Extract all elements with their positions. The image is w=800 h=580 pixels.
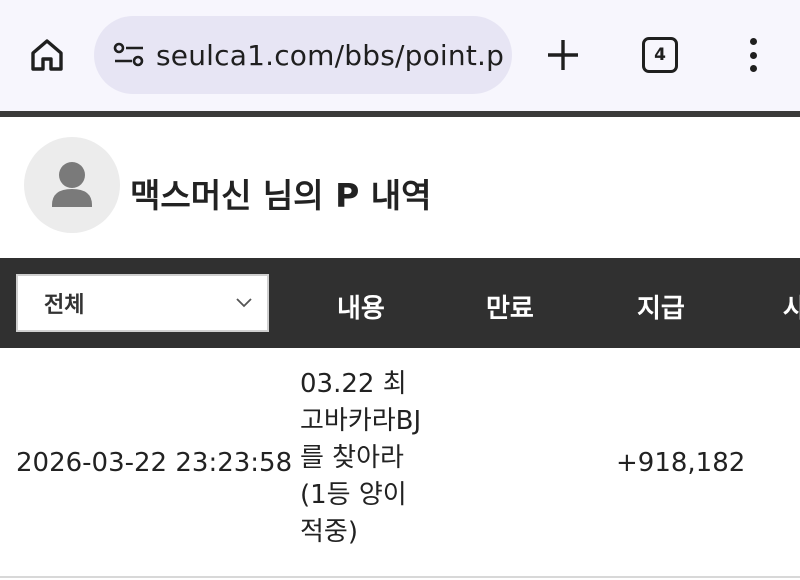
filter-selected-value: 전체 (44, 293, 85, 318)
row-date: 2026-03-22 23:23:58 (16, 448, 293, 478)
column-header-content: 내용 (337, 294, 385, 324)
home-button[interactable] (22, 32, 72, 78)
avatar (24, 137, 120, 233)
plus-icon (548, 40, 578, 70)
menu-dot (749, 38, 757, 45)
table-row: 2026-03-22 23:23:58 03.22 최고바카라BJ를 찾아라 (… (0, 348, 800, 578)
new-tab-button[interactable] (540, 30, 586, 80)
row-divider (0, 576, 800, 578)
row-pay-amount: +918,182 (616, 448, 746, 478)
page-title: 맥스머신 님의 P 내역 (130, 176, 432, 215)
profile-section: 맥스머신 님의 P 내역 (0, 117, 800, 258)
url-text: seulca1.com/bbs/point.p (156, 38, 505, 72)
column-header-pay: 지급 (637, 294, 685, 324)
row-content: 03.22 최고바카라BJ를 찾아라 (1등 양이 적중) (300, 369, 422, 547)
table-header: 전체 내용 만료 지급 사 (0, 258, 800, 348)
column-header-used: 사 (783, 294, 800, 324)
tab-count: 4 (654, 45, 666, 65)
address-bar[interactable]: seulca1.com/bbs/point.p (94, 16, 512, 94)
home-icon (31, 39, 63, 71)
browser-toolbar: seulca1.com/bbs/point.p 4 (0, 0, 800, 111)
tab-switcher-icon[interactable]: 4 (642, 37, 678, 73)
filter-select[interactable]: 전체 (16, 274, 269, 332)
column-header-expire: 만료 (486, 294, 534, 324)
site-settings-icon[interactable] (112, 38, 146, 72)
menu-dot (749, 65, 757, 72)
more-vert-icon[interactable] (738, 32, 768, 78)
chevron-down-icon (236, 298, 252, 308)
menu-dot (749, 51, 757, 59)
user-avatar-icon (52, 162, 92, 207)
